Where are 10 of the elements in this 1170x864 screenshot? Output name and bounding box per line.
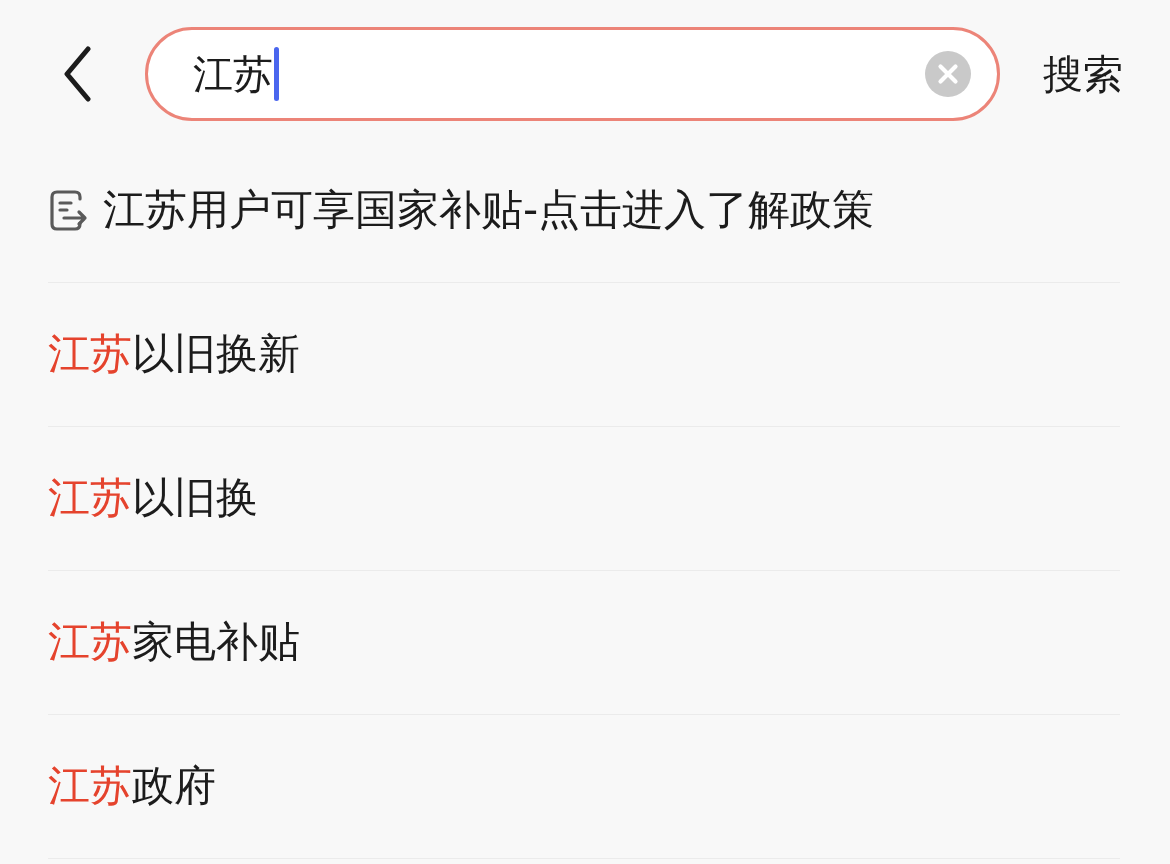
document-arrow-icon (50, 190, 89, 231)
suggestion-item[interactable]: 江苏政府 (48, 715, 1120, 859)
suggestion-item[interactable]: 江苏家电补贴 (48, 571, 1120, 715)
suggestion-item[interactable]: 江苏以旧换 (48, 427, 1120, 571)
suggestion-item[interactable]: 江苏以旧换新 (48, 283, 1120, 427)
suggestion-item[interactable]: 江苏用户可享国家补贴-点击进入了解政策 (48, 139, 1120, 283)
search-value: 江苏 (193, 54, 273, 94)
search-field[interactable]: 江苏 (145, 27, 1000, 121)
search-button[interactable]: 搜索 (1043, 50, 1123, 98)
back-icon[interactable] (62, 46, 92, 102)
